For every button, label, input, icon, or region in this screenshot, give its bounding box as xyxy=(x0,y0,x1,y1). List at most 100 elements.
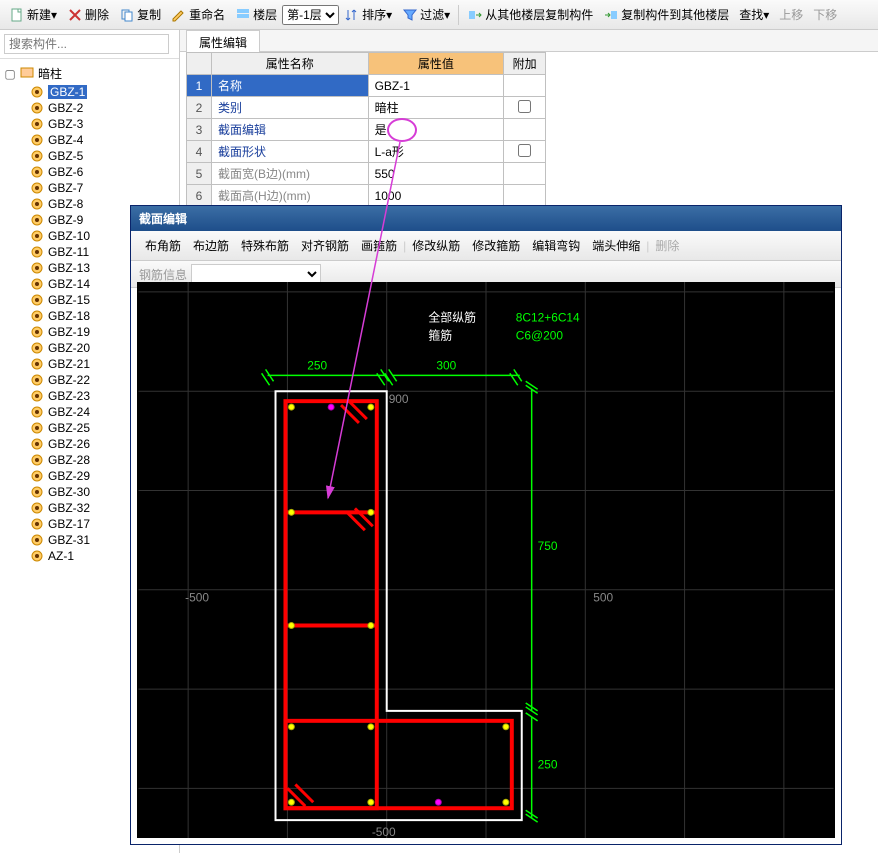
component-icon xyxy=(30,421,44,435)
find-button[interactable]: 查找 ▾ xyxy=(735,4,773,25)
component-icon xyxy=(30,533,44,547)
editor-menu-item[interactable]: 修改纵筋 xyxy=(406,235,466,256)
component-icon xyxy=(30,341,44,355)
editor-menu-item[interactable]: 画箍筋 xyxy=(355,235,403,256)
tree-item-label: GBZ-4 xyxy=(48,133,83,147)
tree-item[interactable]: GBZ-2 xyxy=(0,100,179,116)
property-row[interactable]: 6截面高(H边)(mm)1000 xyxy=(187,185,546,207)
svg-text:250: 250 xyxy=(307,358,327,372)
component-icon xyxy=(30,101,44,115)
tree-root[interactable]: ▢ 暗柱 xyxy=(0,63,179,84)
prop-value[interactable]: GBZ-1 xyxy=(368,75,504,97)
move-up-button[interactable]: 上移 xyxy=(775,4,807,25)
rename-button[interactable]: 重命名 xyxy=(167,4,229,25)
new-button[interactable]: 新建 ▾ xyxy=(5,4,61,25)
tree-item-label: GBZ-31 xyxy=(48,533,90,547)
prop-value[interactable]: 1000 xyxy=(368,185,504,207)
tab-property-edit[interactable]: 属性编辑 xyxy=(186,30,260,54)
prop-name: 截面高(H边)(mm) xyxy=(212,185,369,207)
move-down-button[interactable]: 下移 xyxy=(809,4,841,25)
editor-menu: 布角筋布边筋特殊布筋对齐钢筋画箍筋 | 修改纵筋修改箍筋编辑弯钩端头伸缩 | 删… xyxy=(131,231,841,261)
property-row[interactable]: 2类别暗柱 xyxy=(187,97,546,119)
prop-value[interactable]: 暗柱 xyxy=(368,97,504,119)
sort-button[interactable]: 排序 ▾ xyxy=(340,4,396,25)
tree-item[interactable]: GBZ-5 xyxy=(0,148,179,164)
component-icon xyxy=(30,549,44,563)
tree-item-label: GBZ-1 xyxy=(48,85,87,99)
tree-item-label: GBZ-23 xyxy=(48,389,90,403)
floor-select[interactable]: 第-1层 xyxy=(282,5,339,25)
search-input[interactable] xyxy=(4,34,169,54)
svg-text:900: 900 xyxy=(389,392,409,406)
editor-menu-item[interactable]: 布边筋 xyxy=(187,235,235,256)
property-table: 属性名称 属性值 附加 1名称GBZ-12类别暗柱3截面编辑是4截面形状L-a形… xyxy=(186,52,546,207)
prop-name: 名称 xyxy=(212,75,369,97)
prop-value[interactable]: 550 xyxy=(368,163,504,185)
editor-menu-item[interactable]: 特殊布筋 xyxy=(235,235,295,256)
component-icon xyxy=(30,181,44,195)
tree-item-label: GBZ-7 xyxy=(48,181,83,195)
property-row[interactable]: 5截面宽(B边)(mm)550 xyxy=(187,163,546,185)
svg-text:750: 750 xyxy=(538,539,558,553)
component-icon xyxy=(30,357,44,371)
svg-text:-500: -500 xyxy=(185,591,209,605)
component-icon xyxy=(30,229,44,243)
property-row[interactable]: 1名称GBZ-1 xyxy=(187,75,546,97)
floor-button[interactable]: 楼层 xyxy=(231,4,281,25)
col-name: 属性名称 xyxy=(212,53,369,75)
tree-item-label: GBZ-10 xyxy=(48,229,90,243)
prop-value[interactable]: L-a形 xyxy=(368,141,504,163)
svg-text:500: 500 xyxy=(593,591,613,605)
editor-menu-item[interactable]: 端头伸缩 xyxy=(586,235,646,256)
rebar-info-select[interactable] xyxy=(191,264,321,284)
section-editor-window: 截面编辑 布角筋布边筋特殊布筋对齐钢筋画箍筋 | 修改纵筋修改箍筋编辑弯钩端头伸… xyxy=(130,205,842,845)
tree-item-label: GBZ-15 xyxy=(48,293,90,307)
component-icon xyxy=(30,437,44,451)
tree-item-label: GBZ-11 xyxy=(48,245,89,259)
tree-item[interactable]: GBZ-7 xyxy=(0,180,179,196)
component-icon xyxy=(30,165,44,179)
tree-item-label: GBZ-28 xyxy=(48,453,90,467)
copy-button[interactable]: 复制 xyxy=(115,4,165,25)
tree-item-label: GBZ-30 xyxy=(48,485,90,499)
editor-menu-item[interactable]: 对齐钢筋 xyxy=(295,235,355,256)
prop-name: 截面宽(B边)(mm) xyxy=(212,163,369,185)
collapse-icon[interactable]: ▢ xyxy=(4,67,16,81)
copy-from-floor-button[interactable]: 从其他楼层复制构件 xyxy=(463,4,597,25)
tree-item[interactable]: GBZ-3 xyxy=(0,116,179,132)
property-row[interactable]: 3截面编辑是 xyxy=(187,119,546,141)
tree-item-label: AZ-1 xyxy=(48,549,74,563)
editor-menu-item[interactable]: 布角筋 xyxy=(139,235,187,256)
component-icon xyxy=(30,245,44,259)
tree-item-label: GBZ-17 xyxy=(48,517,90,531)
tree-item[interactable]: GBZ-1 xyxy=(0,84,179,100)
tree-item-label: GBZ-22 xyxy=(48,373,90,387)
tree-item[interactable]: GBZ-4 xyxy=(0,132,179,148)
component-icon xyxy=(30,325,44,339)
svg-text:全部纵筋: 全部纵筋 xyxy=(428,311,476,325)
svg-text:箍筋: 箍筋 xyxy=(428,329,452,343)
component-icon xyxy=(30,309,44,323)
delete-button[interactable]: 删除 xyxy=(63,4,113,25)
editor-menu-item[interactable]: 编辑弯钩 xyxy=(526,235,586,256)
copy-to-floor-button[interactable]: 复制构件到其他楼层 xyxy=(599,4,733,25)
component-icon xyxy=(30,373,44,387)
component-icon xyxy=(30,213,44,227)
component-icon xyxy=(30,293,44,307)
component-icon xyxy=(30,517,44,531)
section-canvas[interactable]: 900 -500 500 -500 250 300 750 250 全部纵筋 箍… xyxy=(137,282,835,838)
extra-checkbox[interactable] xyxy=(518,144,531,157)
editor-menu-item[interactable]: 删除 xyxy=(649,235,685,256)
main-toolbar: 新建 ▾ 删除 复制 重命名 楼层 第-1层 排序 ▾ 过滤 ▾ 从其他楼层复制… xyxy=(0,0,878,30)
property-row[interactable]: 4截面形状L-a形 xyxy=(187,141,546,163)
tree-item[interactable]: GBZ-6 xyxy=(0,164,179,180)
filter-button[interactable]: 过滤 ▾ xyxy=(398,4,454,25)
editor-titlebar[interactable]: 截面编辑 xyxy=(131,206,841,231)
extra-checkbox[interactable] xyxy=(518,100,531,113)
tree-item-label: GBZ-5 xyxy=(48,149,83,163)
prop-name: 截面编辑 xyxy=(212,119,369,141)
prop-value[interactable]: 是 xyxy=(368,119,504,141)
component-icon xyxy=(30,133,44,147)
editor-menu-item[interactable]: 修改箍筋 xyxy=(466,235,526,256)
component-icon xyxy=(30,501,44,515)
